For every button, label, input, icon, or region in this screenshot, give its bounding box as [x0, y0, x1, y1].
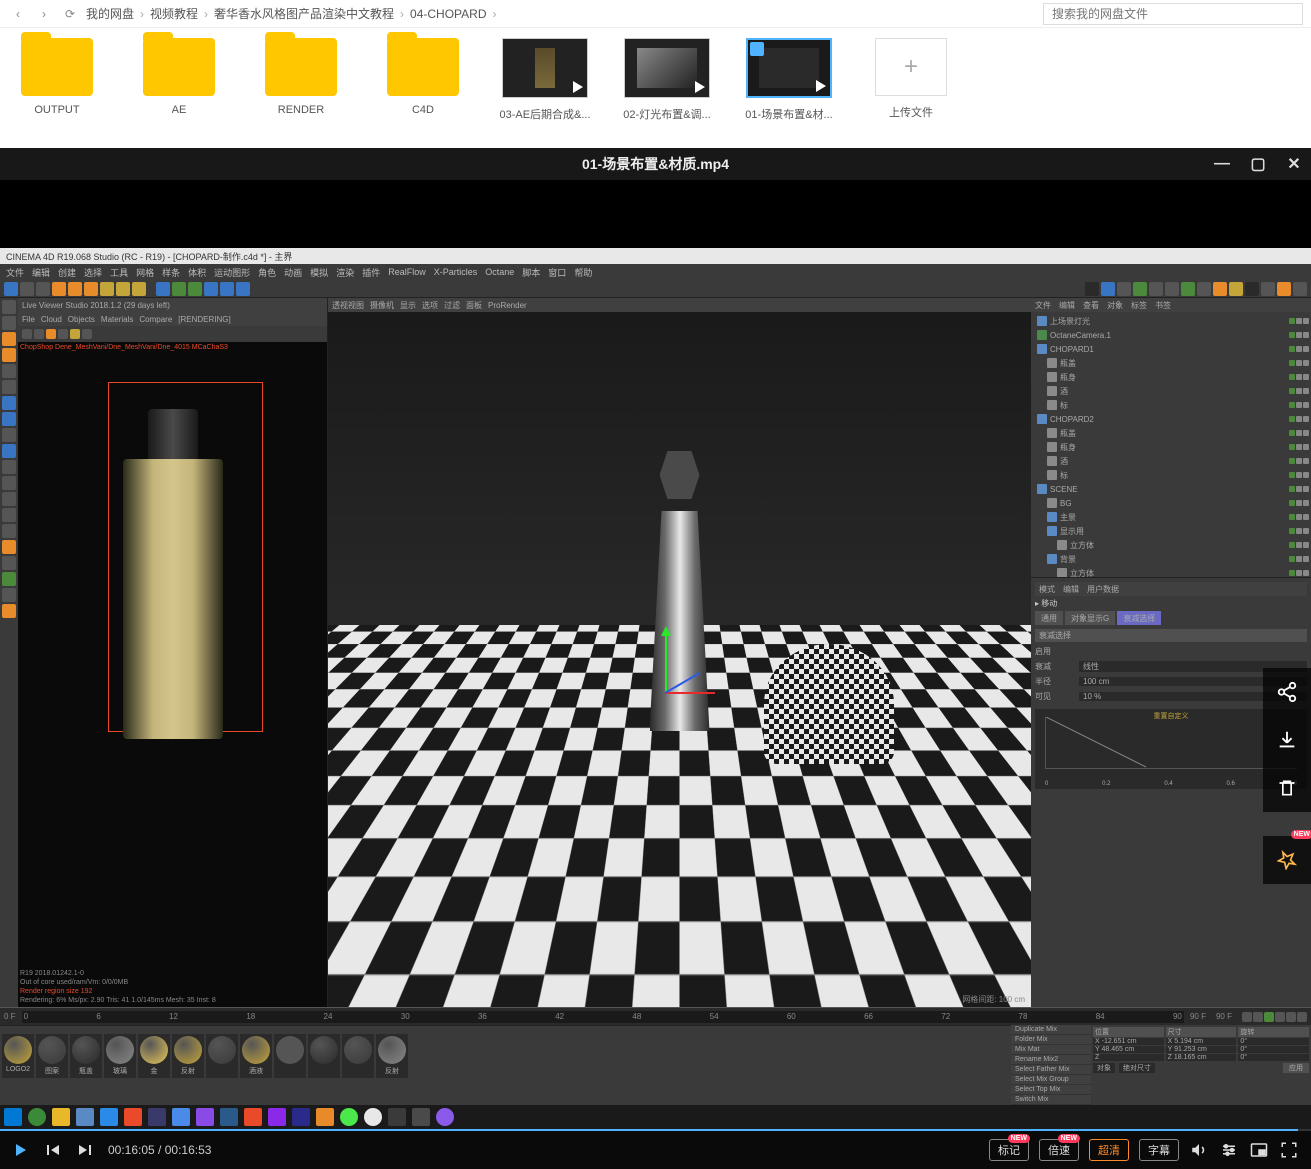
- video-thumb-selected: [746, 38, 832, 98]
- folder-icon: [265, 38, 337, 96]
- subtitle-button[interactable]: 字幕: [1139, 1139, 1179, 1161]
- quality-button[interactable]: 超清: [1089, 1139, 1129, 1161]
- prev-button[interactable]: [44, 1141, 62, 1159]
- time-display: 00:16:05 / 00:16:53: [108, 1143, 211, 1157]
- context-menu: Duplicate MixFolder MixMix MatRename Mix…: [1011, 1025, 1091, 1105]
- octane-live-viewer: Live Viewer Studio 2018.1.2 (29 days lef…: [18, 298, 328, 1007]
- windows-taskbar: [0, 1105, 1311, 1129]
- plus-icon: +: [875, 38, 947, 96]
- upload-button[interactable]: + 上传文件: [870, 38, 952, 120]
- nav-forward[interactable]: ›: [34, 4, 54, 24]
- breadcrumb: 我的网盘 › 视频教程 › 奢华香水风格图产品渲染中文教程 › 04-CHOPA…: [86, 5, 1037, 22]
- close-button[interactable]: ✕: [1285, 155, 1303, 173]
- play-icon: [816, 80, 826, 92]
- crumb-0[interactable]: 我的网盘: [86, 5, 134, 22]
- video-thumb: [502, 38, 588, 98]
- folder-output[interactable]: OUTPUT: [16, 38, 98, 116]
- window-controls: — ▢ ✕: [1213, 148, 1303, 180]
- c4d-toolbar: [0, 280, 1311, 298]
- download-button[interactable]: [1263, 716, 1311, 764]
- pin-button[interactable]: NEW: [1263, 836, 1311, 884]
- settings-button[interactable]: [1219, 1140, 1239, 1160]
- file-grid: OUTPUT AE RENDER C4D 03-AE后期合成&... 02-灯光…: [0, 28, 1311, 148]
- play-button[interactable]: [12, 1141, 30, 1159]
- fullscreen-button[interactable]: [1279, 1140, 1299, 1160]
- material-manager: LOGO2图案瓶盖玻璃金反射酒液反射: [0, 1025, 1011, 1085]
- folder-render[interactable]: RENDER: [260, 38, 342, 116]
- c4d-left-toolbar: [0, 298, 18, 1007]
- video-player: 01-场景布置&材质.mp4 — ▢ ✕ CINEMA 4D R19.068 S…: [0, 148, 1311, 1169]
- folder-icon: [143, 38, 215, 96]
- coordinates-panel: 位置尺寸旋转 X -12.651 cmX 5.194 cm0°Y 48.465 …: [1091, 1025, 1311, 1105]
- render-viewport: ChopShop Dene_MeshVani/Dne_MeshVani/Dne_…: [18, 342, 327, 1007]
- c4d-right-panel: 文件编辑查看对象标签书签 上场景灯光OctaneCamera.1CHOPARD1…: [1031, 298, 1311, 1007]
- wireframe-bottle-1: [635, 451, 725, 731]
- video-thumb: [624, 38, 710, 98]
- c4d-menubar: 文件编辑创建选择工具网格样条体积运动图形角色动画模拟渲染插件RealFlowX-…: [0, 264, 1311, 280]
- new-badge: NEW: [1291, 830, 1311, 839]
- play-icon: [573, 81, 583, 93]
- share-button[interactable]: [1263, 668, 1311, 716]
- player-controls: 00:16:05 / 00:16:53 标记 NEW 倍速 NEW 超清 字幕: [0, 1129, 1311, 1169]
- c4d-viewport: 透视视图摄像机显示选项过滤面板ProRender 网: [328, 298, 1031, 1007]
- video-item-02[interactable]: 02-灯光布置&调...: [626, 38, 708, 122]
- video-title: 01-场景布置&材质.mp4: [582, 154, 729, 174]
- play-icon: [695, 81, 705, 93]
- speed-button[interactable]: 倍速 NEW: [1039, 1139, 1079, 1161]
- video-item-01[interactable]: 01-场景布置&材...: [748, 38, 830, 122]
- nav-refresh[interactable]: ⟳: [60, 4, 80, 24]
- crumb-2[interactable]: 奢华香水风格图产品渲染中文教程: [214, 5, 394, 22]
- delete-button[interactable]: [1263, 764, 1311, 812]
- progress-bar[interactable]: [0, 1129, 1311, 1131]
- video-frame-content: CINEMA 4D R19.068 Studio (RC - R19) - [C…: [0, 248, 1311, 1129]
- mark-button[interactable]: 标记 NEW: [989, 1139, 1029, 1161]
- nav-back[interactable]: ‹: [8, 4, 28, 24]
- folder-c4d[interactable]: C4D: [382, 38, 464, 116]
- wireframe-bottle-2: [764, 604, 894, 764]
- folder-ae[interactable]: AE: [138, 38, 220, 116]
- top-nav: ‹ › ⟳ 我的网盘 › 视频教程 › 奢华香水风格图产品渲染中文教程 › 04…: [0, 0, 1311, 28]
- rendered-bottle: [113, 409, 233, 739]
- folder-icon: [21, 38, 93, 96]
- video-titlebar: 01-场景布置&材质.mp4 — ▢ ✕: [0, 148, 1311, 180]
- side-toolbar: NEW: [1263, 668, 1311, 884]
- crumb-3[interactable]: 04-CHOPARD: [410, 7, 486, 21]
- folder-icon: [387, 38, 459, 96]
- minimize-button[interactable]: —: [1213, 155, 1231, 173]
- object-manager: 文件编辑查看对象标签书签 上场景灯光OctaneCamera.1CHOPARD1…: [1031, 298, 1311, 578]
- maximize-button[interactable]: ▢: [1249, 155, 1267, 173]
- c4d-timeline: 0 F 061218243036424854606672788490 90 F …: [0, 1007, 1311, 1025]
- video-item-03[interactable]: 03-AE后期合成&...: [504, 38, 586, 122]
- crumb-1[interactable]: 视频教程: [150, 5, 198, 22]
- volume-button[interactable]: [1189, 1140, 1209, 1160]
- render-stats: R19 2018.01242.1-0 Out of core used/ram/…: [20, 969, 216, 1005]
- pip-button[interactable]: [1249, 1140, 1269, 1160]
- next-button[interactable]: [76, 1141, 94, 1159]
- c4d-window-title: CINEMA 4D R19.068 Studio (RC - R19) - [C…: [0, 248, 1311, 264]
- search-input[interactable]: [1043, 3, 1303, 25]
